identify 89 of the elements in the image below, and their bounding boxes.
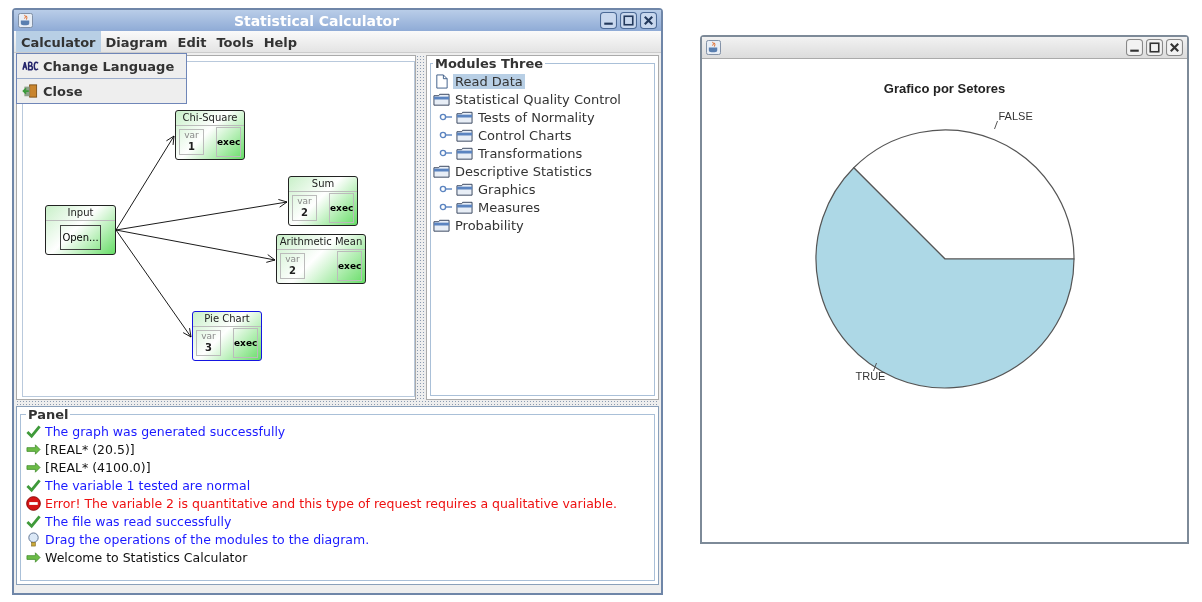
slice-label: TRUE — [855, 370, 886, 382]
log-message: Welcome to Statistics Calculator — [45, 549, 248, 565]
folder-icon — [456, 181, 473, 197]
node-title: Input — [46, 206, 115, 221]
exec-button[interactable]: exec — [337, 251, 362, 281]
folder-icon — [456, 145, 473, 161]
folder-icon — [433, 163, 450, 179]
node-title: Sum — [289, 177, 357, 192]
expand-handle-icon[interactable] — [439, 148, 453, 158]
maximize-button[interactable] — [1146, 39, 1163, 56]
tree-item[interactable]: Control Charts — [476, 127, 574, 143]
right-arrow-icon — [26, 459, 41, 475]
folder-icon — [456, 127, 473, 143]
log-message: The graph was generated successfully — [45, 423, 286, 439]
door-exit-icon — [22, 84, 39, 98]
window-title: Statistical Calculator — [232, 12, 401, 29]
tree-item[interactable]: Statistical Quality Control — [453, 91, 623, 107]
variable-label: var — [285, 254, 300, 265]
diagram-node[interactable]: Input Open... — [45, 205, 116, 255]
close-button[interactable] — [640, 12, 657, 29]
check-icon — [26, 477, 41, 493]
tree-item[interactable]: Probability — [453, 217, 526, 233]
node-title: Chi-Square — [176, 111, 244, 126]
tree-item[interactable]: Measures — [476, 199, 543, 215]
alphabet-icon — [22, 59, 39, 73]
check-icon — [26, 513, 41, 529]
tree-item[interactable]: Descriptive Statistics — [453, 163, 595, 179]
expand-handle-icon[interactable] — [439, 184, 453, 194]
document-icon — [433, 73, 450, 89]
variable-number: 1 — [188, 141, 195, 152]
variable-number: 2 — [289, 265, 296, 276]
tree-item[interactable]: Graphics — [476, 181, 538, 197]
slice-label: FALSE — [998, 110, 1033, 122]
menu-option[interactable]: Close — [17, 78, 186, 103]
log-message: [REAL* (20.5)] — [45, 441, 135, 457]
log-message: [REAL* (4100.0)] — [45, 459, 151, 475]
diagram-node[interactable]: Chi-Square var 1 exec — [175, 110, 245, 160]
exec-button[interactable]: exec — [216, 127, 241, 157]
log-message: The file was read successfully — [45, 513, 232, 529]
open-button[interactable]: Open... — [60, 225, 101, 250]
expand-handle-icon[interactable] — [439, 112, 453, 122]
diagram-node[interactable]: Sum var 2 exec — [288, 176, 358, 226]
expand-handle-icon[interactable] — [439, 202, 453, 212]
folder-icon — [456, 109, 473, 125]
tree-title: Modules Three — [434, 56, 545, 71]
menu-item[interactable]: Help — [258, 31, 303, 52]
exec-button[interactable]: exec — [329, 193, 354, 223]
variable-label: var — [184, 130, 199, 141]
menu-option[interactable]: Change Language — [17, 54, 186, 78]
leader-line — [993, 121, 998, 129]
check-icon — [26, 423, 41, 439]
splitter-handle[interactable] — [416, 55, 426, 400]
panel-title: Panel — [27, 407, 70, 422]
leader-line — [872, 363, 877, 371]
folder-icon — [456, 199, 473, 215]
diagram-node[interactable]: Pie Chart var 3 exec — [192, 311, 262, 361]
tree-item[interactable]: Transformations — [476, 145, 585, 161]
close-button[interactable] — [1166, 39, 1183, 56]
node-title: Arithmetic Mean — [277, 235, 365, 250]
tree-item[interactable]: Tests of Normality — [476, 109, 597, 125]
right-arrow-icon — [26, 441, 41, 457]
light-bulb-icon — [26, 531, 41, 547]
node-title: Pie Chart — [193, 312, 261, 327]
menu-item[interactable]: Edit — [172, 31, 212, 52]
expand-handle-icon[interactable] — [439, 130, 453, 140]
chart-title: Grafico por Setores — [883, 81, 1006, 96]
menu-item[interactable]: Diagram — [100, 31, 173, 52]
minimize-button[interactable] — [600, 12, 617, 29]
right-arrow-icon — [26, 549, 41, 565]
variable-label: var — [201, 331, 216, 342]
minimize-button[interactable] — [1126, 39, 1143, 56]
tree-item[interactable]: Read Data — [453, 73, 525, 89]
coffee-cup-icon — [18, 13, 33, 28]
coffee-cup-icon — [706, 40, 721, 55]
log-message: Drag the operations of the modules to the diagram. — [45, 531, 370, 547]
folder-icon — [433, 217, 450, 233]
menu-item[interactable]: Calculator — [16, 31, 101, 52]
diagram-node[interactable]: Arithmetic Mean var 2 exec — [276, 234, 366, 284]
variable-number: 3 — [205, 342, 212, 353]
splitter-handle[interactable] — [16, 400, 659, 406]
maximize-button[interactable] — [620, 12, 637, 29]
variable-number: 2 — [301, 207, 308, 218]
variable-label: var — [297, 196, 312, 207]
log-message: Error! The variable 2 is quantitative and this type of request requires a qualitative variable. — [45, 495, 617, 511]
error-icon — [26, 495, 41, 511]
menu-item[interactable]: Tools — [211, 31, 259, 52]
exec-button[interactable]: exec — [233, 328, 258, 358]
log-message: The variable 1 tested are normal — [45, 477, 251, 493]
folder-icon — [433, 91, 450, 107]
